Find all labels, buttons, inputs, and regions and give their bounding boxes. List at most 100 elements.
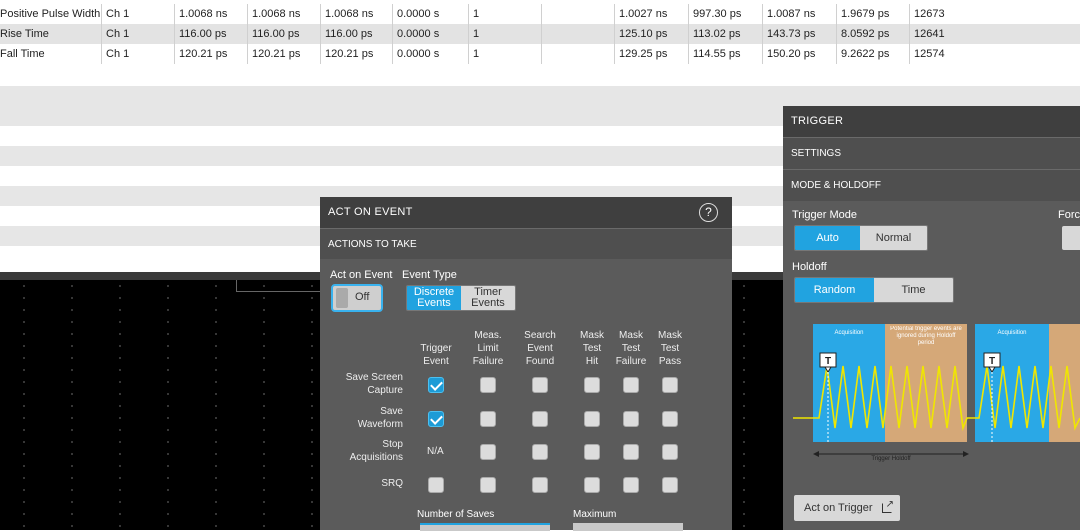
table-cell-v4: 0.0000 s <box>392 4 468 24</box>
table-cell-v3: 1.0068 ns <box>320 4 392 24</box>
event-type-selector[interactable]: Discrete Events Timer Events <box>406 285 516 311</box>
row-label: SRQ <box>381 478 403 489</box>
table-cell-v1: 120.21 ps <box>174 44 247 64</box>
table-cell-v1: 1.0068 ns <box>174 4 247 24</box>
trigger-marker-text: T <box>989 356 995 367</box>
action-checkbox[interactable] <box>532 444 548 460</box>
table-cell-v6 <box>541 24 614 44</box>
random-holdoff-option[interactable]: Random <box>795 278 874 302</box>
external-link-arrow: ↗ <box>885 499 894 510</box>
auto-mode-option[interactable]: Auto <box>795 226 861 250</box>
event-type-label: Event Type <box>402 269 457 281</box>
action-checkbox[interactable] <box>584 411 600 427</box>
panel-title: ACT ON EVENT <box>320 197 732 228</box>
table-cell-v9: 143.73 ps <box>762 24 836 44</box>
table-cell-v8: 113.02 ps <box>688 24 762 44</box>
mode-holdoff-header[interactable]: MODE & HOLDOFF <box>783 169 1080 201</box>
action-checkbox[interactable] <box>662 377 678 393</box>
zoom-handle[interactable] <box>236 280 332 292</box>
column-header: Search Event Found <box>524 330 556 367</box>
action-checkbox[interactable] <box>584 477 600 493</box>
action-checkbox[interactable] <box>584 377 600 393</box>
table-cell-source: Ch 1 <box>101 4 174 24</box>
number-of-saves-label: Number of Saves <box>417 509 495 520</box>
table-cell-source: Ch 1 <box>101 24 174 44</box>
table-cell-name: Rise Time <box>0 28 49 40</box>
table-cell-v4: 0.0000 s <box>392 44 468 64</box>
row-label: Stop Acquisitions <box>349 439 403 463</box>
action-checkbox[interactable] <box>623 444 639 460</box>
actions-to-take-header[interactable]: ACTIONS TO TAKE <box>320 228 732 259</box>
settings-header[interactable]: SETTINGS <box>783 137 1080 169</box>
help-icon[interactable]: ? <box>699 203 718 222</box>
act-on-trigger-label: Act on Trigger <box>804 502 873 514</box>
holdoff-diagram: Acquisition Acquisition Potential trigge… <box>793 324 1080 462</box>
table-cell-v9: 1.0087 ns <box>762 4 836 24</box>
action-checkbox[interactable] <box>480 477 496 493</box>
row-label: Save Screen Capture <box>345 372 403 396</box>
action-checkbox[interactable] <box>532 411 548 427</box>
table-cell-v2: 1.0068 ns <box>247 4 320 24</box>
trigger-marker-text: T <box>825 356 831 367</box>
action-checkbox[interactable] <box>428 377 444 393</box>
ignored-events-note: Potential trigger events are ignored dur… <box>890 326 962 346</box>
table-row <box>0 86 1080 106</box>
action-checkbox[interactable] <box>532 377 548 393</box>
action-checkbox[interactable] <box>623 477 639 493</box>
force-trigger-button[interactable] <box>1062 226 1080 250</box>
table-cell-v10: 1.9679 ps <box>836 4 909 24</box>
action-checkbox[interactable] <box>480 444 496 460</box>
action-checkbox[interactable] <box>623 377 639 393</box>
table-cell-v8: 997.30 ps <box>688 4 762 24</box>
table-cell-v2: 120.21 ps <box>247 44 320 64</box>
table-cell-name: Positive Pulse Width <box>0 8 101 20</box>
action-checkbox[interactable] <box>584 444 600 460</box>
act-on-trigger-button[interactable]: Act on Trigger ↗ <box>794 495 900 521</box>
trigger-panel: TRIGGER SETTINGS MODE & HOLDOFF Trigger … <box>783 106 1080 530</box>
trigger-mode-label: Trigger Mode <box>792 209 858 221</box>
table-cell-name: Fall Time <box>0 48 45 60</box>
table-row[interactable]: Positive Pulse Width Ch 1 1.0068 ns 1.0068 … <box>0 4 1080 24</box>
table-row[interactable]: Fall Time Ch 1 120.21 ps 120.21 ps 120.21 ps… <box>0 44 1080 64</box>
action-checkbox[interactable] <box>662 477 678 493</box>
not-applicable-text: N/A <box>427 446 444 457</box>
action-checkbox[interactable] <box>623 411 639 427</box>
action-checkbox[interactable] <box>428 411 444 427</box>
table-cell-v10: 9.2622 ps <box>836 44 909 64</box>
timer-events-option[interactable]: Timer Events <box>461 286 515 310</box>
column-header: Mask Test Pass <box>658 330 682 367</box>
action-checkbox[interactable] <box>428 477 444 493</box>
row-label: Save Waveform <box>357 406 403 430</box>
table-cell-v6 <box>541 4 614 24</box>
table-cell-v7: 125.10 ps <box>614 24 688 44</box>
table-cell-v6 <box>541 44 614 64</box>
toggle-label: Off <box>355 291 370 303</box>
trigger-mode-selector[interactable]: Auto Normal <box>794 225 928 251</box>
discrete-events-option[interactable]: Discrete Events <box>407 286 461 310</box>
act-on-event-panel: ACT ON EVENT ? ACTIONS TO TAKE Act on Ev… <box>320 197 732 531</box>
table-cell-v5: 1 <box>468 24 541 44</box>
table-cell-source: Ch 1 <box>101 44 174 64</box>
act-on-event-label: Act on Event <box>330 269 393 281</box>
table-row[interactable]: Rise Time Ch 1 116.00 ps 116.00 ps 116.00 ps… <box>0 24 1080 44</box>
action-checkbox[interactable] <box>662 444 678 460</box>
table-cell-v4: 0.0000 s <box>392 24 468 44</box>
force-label: Forc <box>1058 209 1080 221</box>
holdoff-selector[interactable]: Random Time <box>794 277 954 303</box>
acquisition-label: Acquisition <box>997 330 1026 336</box>
table-cell-v7: 129.25 ps <box>614 44 688 64</box>
column-header: Meas. Limit Failure <box>472 330 504 367</box>
maximum-label: Maximum <box>573 509 617 520</box>
table-cell-v1: 116.00 ps <box>174 24 247 44</box>
time-holdoff-option[interactable]: Time <box>874 278 953 302</box>
action-checkbox[interactable] <box>480 411 496 427</box>
action-checkbox[interactable] <box>480 377 496 393</box>
table-cell-v3: 116.00 ps <box>320 24 392 44</box>
act-on-event-toggle[interactable]: Off <box>331 284 383 312</box>
panel-title: TRIGGER <box>783 106 1080 137</box>
normal-mode-option[interactable]: Normal <box>860 226 927 250</box>
table-cell-v11: 12574 <box>909 44 982 64</box>
action-checkbox[interactable] <box>532 477 548 493</box>
action-checkbox[interactable] <box>662 411 678 427</box>
table-cell-v10: 8.0592 ps <box>836 24 909 44</box>
